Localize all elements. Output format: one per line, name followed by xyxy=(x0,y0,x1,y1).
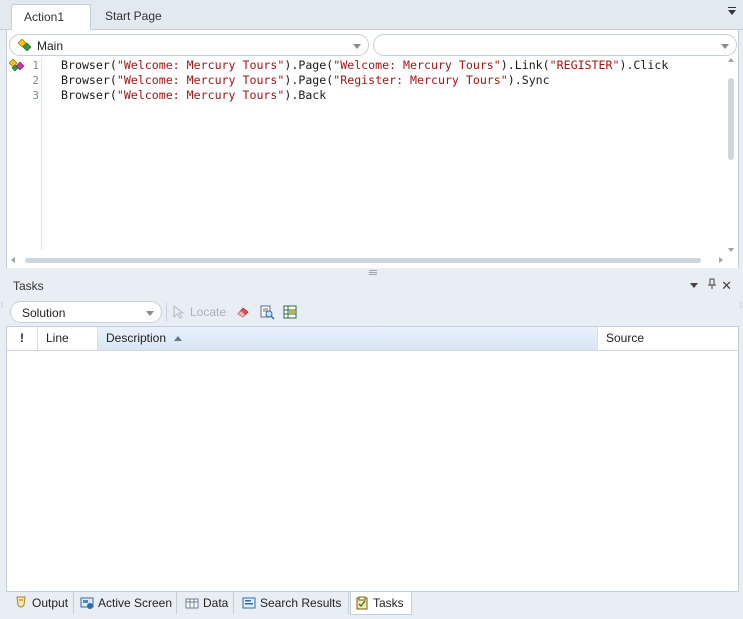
vertical-scrollbar[interactable] xyxy=(727,58,736,252)
grid-columns-icon xyxy=(283,305,297,319)
code-editor[interactable]: Main 1 Browser("Welcome: Mercury Tours").… xyxy=(6,30,739,268)
sort-ascending-icon xyxy=(174,336,183,342)
search-results-icon xyxy=(242,597,256,609)
scroll-right-icon[interactable] xyxy=(719,257,723,263)
eraser-icon xyxy=(237,307,249,318)
string-literal: "REGISTER" xyxy=(549,58,620,72)
action-diamond-icon xyxy=(18,39,32,51)
tab-active-screen-label: Active Screen xyxy=(98,596,173,610)
pin-icon[interactable] xyxy=(707,278,717,293)
string-literal: "Register: Mercury Tours" xyxy=(333,73,508,87)
scope-filter-value: Solution xyxy=(22,306,66,320)
code-token: ).Sync xyxy=(507,73,550,87)
column-line[interactable]: Line xyxy=(38,327,98,350)
scope-filter-select[interactable]: Solution xyxy=(10,301,162,323)
code-statement: Browser("Welcome: Mercury Tours").Back xyxy=(61,88,326,103)
scroll-up-icon[interactable] xyxy=(728,58,734,62)
horizontal-scrollbar[interactable] xyxy=(11,256,723,264)
tasks-grid[interactable]: ! Line Description Source xyxy=(6,326,739,592)
line-number: 1 xyxy=(32,59,39,72)
toolbar-separator xyxy=(166,303,167,321)
tab-output[interactable]: Output xyxy=(10,592,74,614)
tab-data-label: Data xyxy=(203,596,229,610)
output-icon xyxy=(16,596,26,608)
tab-tasks[interactable]: Tasks xyxy=(350,592,412,615)
tab-start-page[interactable]: Start Page xyxy=(95,4,172,30)
code-token: ).Click xyxy=(619,58,669,72)
scroll-left-icon[interactable] xyxy=(11,257,15,263)
code-statement: Browser("Welcome: Mercury Tours").Page("… xyxy=(61,58,668,73)
tasks-clipboard-icon xyxy=(356,596,368,610)
tasks-pane-header: Tasks ✕ xyxy=(0,276,743,298)
tab-action1-label: Action1 xyxy=(24,10,65,24)
scroll-down-icon[interactable] xyxy=(728,248,734,252)
active-screen-icon xyxy=(80,597,94,609)
locate-arrow-icon xyxy=(173,305,185,319)
member-combo[interactable] xyxy=(373,34,737,56)
column-source[interactable]: Source xyxy=(598,327,738,350)
tasks-toolbar: Solution Locate xyxy=(6,298,739,326)
tab-data[interactable]: Data xyxy=(181,592,234,614)
close-icon[interactable]: ✕ xyxy=(721,278,732,294)
locate-button[interactable]: Locate xyxy=(172,303,226,321)
tab-action1[interactable]: Action1 ✕ xyxy=(11,4,91,49)
tab-output-label: Output xyxy=(32,596,69,610)
code-statement: Browser("Welcome: Mercury Tours").Page("… xyxy=(61,73,550,88)
column-description-label: Description xyxy=(106,331,167,345)
column-description[interactable]: Description xyxy=(98,327,598,350)
document-tab-strip: Action1 ✕ Start Page xyxy=(0,0,743,49)
code-area[interactable]: 1 Browser("Welcome: Mercury Tours").Page(… xyxy=(7,58,727,248)
tab-active-screen[interactable]: Active Screen xyxy=(76,592,177,614)
code-token: ).Back xyxy=(284,88,327,102)
chevron-down-icon[interactable] xyxy=(353,44,361,49)
column-priority[interactable]: ! xyxy=(7,327,38,350)
code-token: Browser( xyxy=(61,88,117,102)
data-table-icon xyxy=(185,598,199,609)
tab-search-results[interactable]: Search Results xyxy=(238,592,349,614)
tab-search-results-label: Search Results xyxy=(260,596,342,610)
locate-label: Locate xyxy=(190,305,227,319)
pane-splitter[interactable] xyxy=(0,268,743,276)
dock-handle-icon[interactable]: ⁞ xyxy=(740,302,742,310)
splitter-grip-icon[interactable] xyxy=(369,270,377,275)
code-token: Browser( xyxy=(61,58,117,72)
columns-button[interactable] xyxy=(283,303,297,321)
document-search-icon xyxy=(260,305,275,320)
string-literal: "Welcome: Mercury Tours" xyxy=(333,58,501,72)
string-literal: "Welcome: Mercury Tours" xyxy=(116,58,285,72)
code-token: Browser( xyxy=(61,73,117,87)
dock-handle-icon[interactable]: ⁞ xyxy=(1,302,3,310)
scrollbar-thumb[interactable] xyxy=(25,258,701,263)
line-number: 3 xyxy=(32,89,39,102)
tab-start-page-label: Start Page xyxy=(105,9,162,23)
tab-list-dropdown-icon[interactable] xyxy=(728,7,736,15)
scrollbar-thumb[interactable] xyxy=(728,78,734,160)
code-token: ).Link( xyxy=(500,58,550,72)
chevron-down-icon[interactable] xyxy=(721,44,729,49)
pane-title: Tasks xyxy=(13,279,44,293)
string-literal: "Welcome: Mercury Tours" xyxy=(116,88,285,102)
tab-tasks-label: Tasks xyxy=(373,596,404,610)
clear-tasks-button[interactable] xyxy=(236,303,250,321)
bottom-tab-strip: Output Active Screen Data Search Results… xyxy=(0,592,743,619)
line-number: 2 xyxy=(32,74,39,87)
chevron-down-icon[interactable] xyxy=(146,311,154,316)
scope-combo[interactable]: Main xyxy=(9,34,369,56)
grid-header: ! Line Description Source xyxy=(7,327,738,351)
code-token: ).Page( xyxy=(284,73,334,87)
task-details-button[interactable] xyxy=(259,303,275,321)
pane-options-icon[interactable] xyxy=(690,283,698,288)
scope-combo-value: Main xyxy=(37,39,64,53)
string-literal: "Welcome: Mercury Tours" xyxy=(116,73,285,87)
code-token: ).Page( xyxy=(284,58,334,72)
